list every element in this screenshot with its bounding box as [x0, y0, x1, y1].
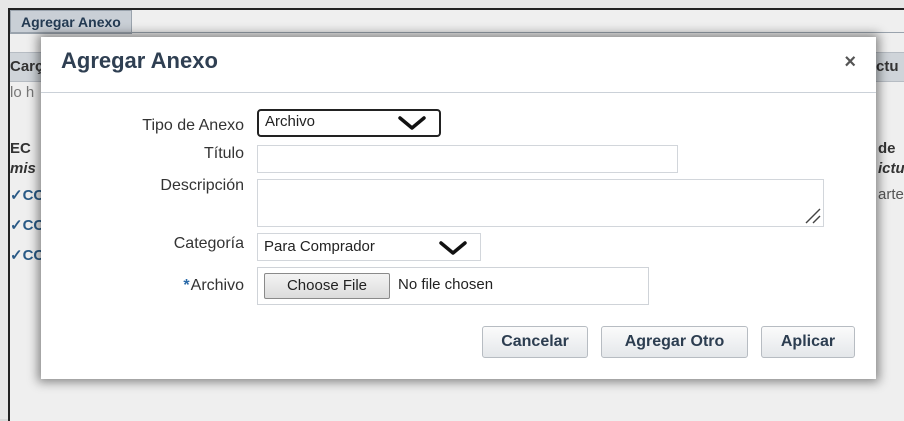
background-link-1[interactable]: ✓CC	[10, 186, 44, 204]
background-tab[interactable]: Agregar Anexo	[10, 10, 132, 34]
background-left-fragment-2: mis	[10, 160, 36, 177]
checkmark-icon: ✓	[10, 247, 23, 264]
attachment-type-value: Archivo	[265, 113, 316, 130]
title-label: Título	[203, 145, 244, 162]
background-header-right-text: ctu	[876, 58, 899, 75]
background-left-fragment-1: EC	[10, 140, 31, 157]
cancel-button[interactable]: Cancelar	[482, 326, 588, 358]
add-attachment-dialog: Agregar Anexo × Tipo de Anexo Archivo Tí…	[41, 37, 876, 379]
file-label: *Archivo	[183, 277, 244, 294]
resize-grip-icon[interactable]	[803, 206, 821, 224]
description-textarea[interactable]	[257, 179, 824, 227]
file-status-text: No file chosen	[398, 276, 494, 293]
checkmark-icon: ✓	[10, 217, 23, 234]
category-select[interactable]: Para Comprador	[257, 233, 481, 261]
background-right-fragment-2: ictu	[878, 160, 904, 177]
dialog-title: Agregar Anexo	[61, 48, 218, 73]
attachment-type-label: Tipo de Anexo	[142, 117, 244, 134]
title-input[interactable]	[257, 145, 678, 173]
background-right-fragment-3: arte	[878, 186, 904, 203]
add-another-button[interactable]: Agregar Otro	[601, 326, 748, 358]
attachment-type-select[interactable]: Archivo	[257, 109, 441, 137]
close-icon[interactable]: ×	[844, 51, 856, 74]
background-link-2[interactable]: ✓CC	[10, 216, 44, 234]
background-right-fragment-1: de	[878, 140, 896, 157]
file-upload-field[interactable]: Choose File No file chosen	[257, 267, 649, 305]
checkmark-icon: ✓	[10, 187, 23, 204]
apply-button[interactable]: Aplicar	[761, 326, 855, 358]
chevron-down-icon	[398, 116, 426, 130]
background-link-3[interactable]: ✓CC	[10, 246, 44, 264]
background-tab-divider	[10, 32, 904, 33]
dialog-header-divider	[41, 92, 876, 93]
category-label: Categoría	[173, 235, 244, 252]
description-label: Descripción	[160, 177, 244, 194]
background-row-text: lo h	[10, 84, 35, 101]
category-value: Para Comprador	[264, 238, 375, 255]
background-header-left-text: Carç	[10, 58, 44, 75]
choose-file-button[interactable]: Choose File	[264, 273, 390, 299]
chevron-down-icon	[439, 241, 467, 255]
required-mark: *	[183, 277, 190, 294]
